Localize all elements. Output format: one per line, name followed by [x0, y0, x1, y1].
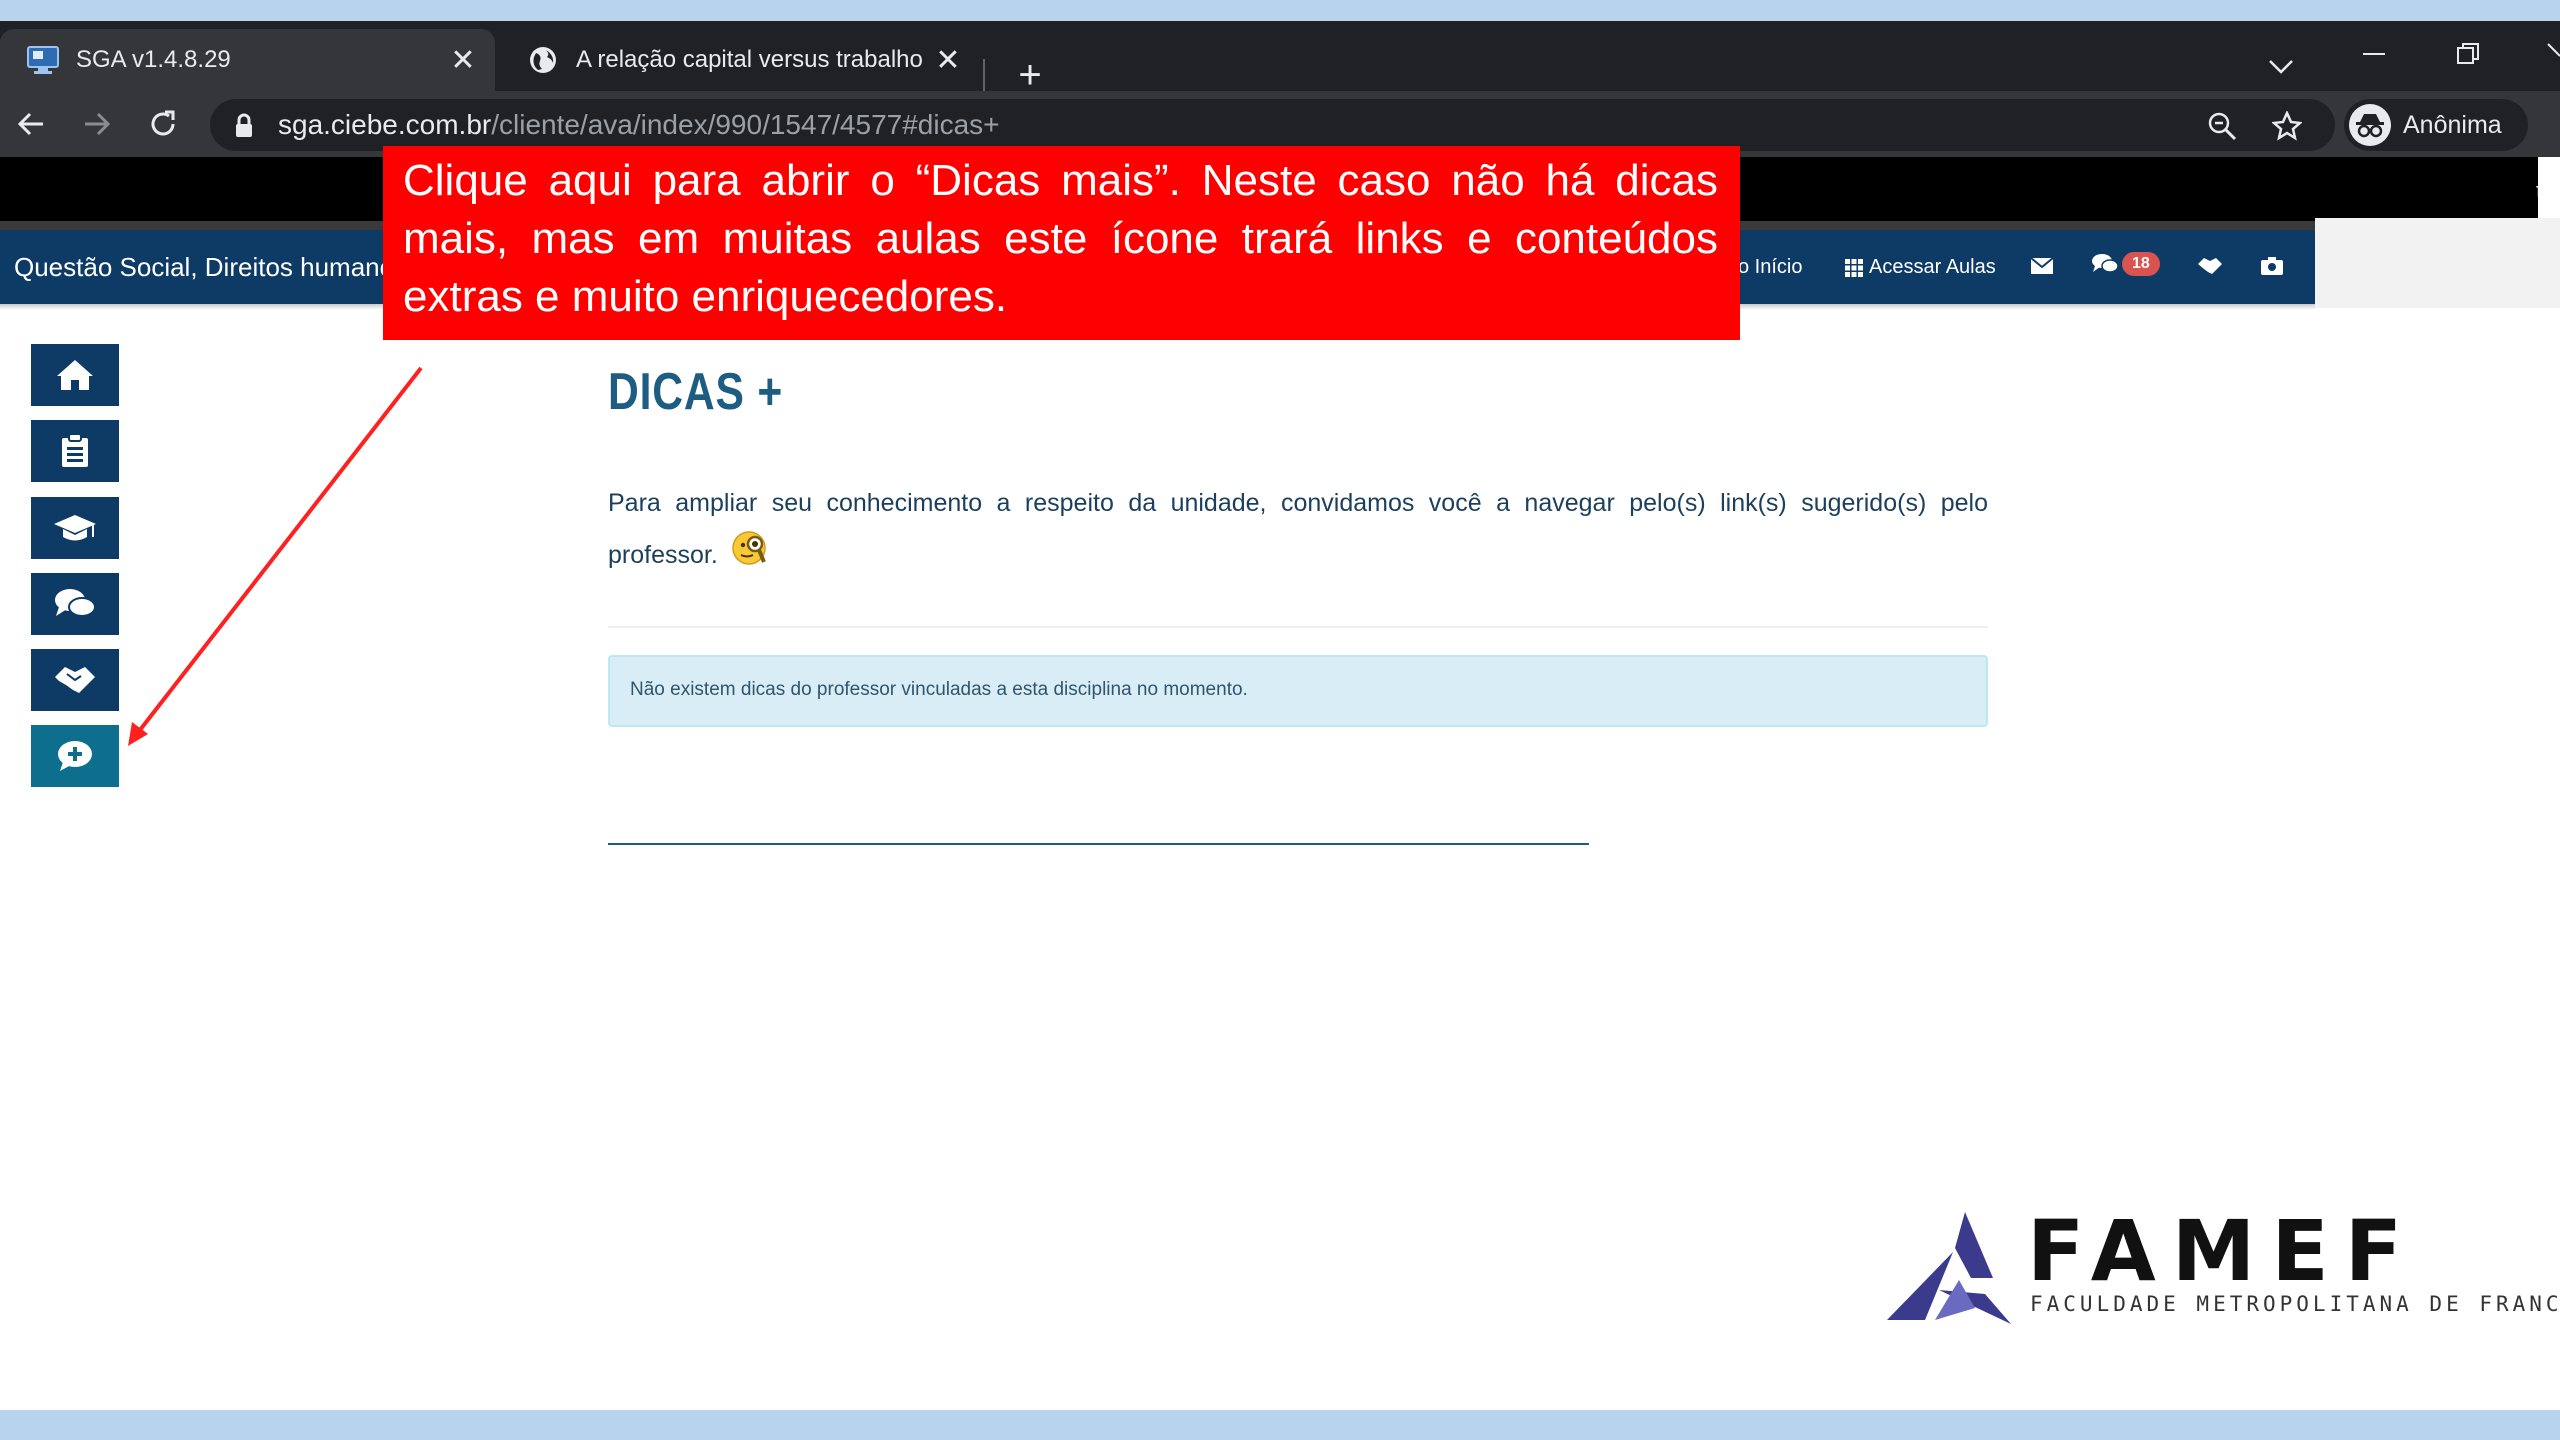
comment-plus-icon [58, 741, 92, 771]
new-tab-plus-icon[interactable]: + [1010, 53, 1050, 97]
clipboard-icon [62, 434, 88, 467]
navbar-right-panel [2315, 218, 2560, 308]
nav-link-inicio[interactable]: o Início [1738, 256, 1802, 279]
nav-link-acessar-aulas-label: Acessar Aulas [1869, 256, 1996, 278]
minimize-icon[interactable] [2362, 41, 2386, 73]
content-divider [608, 626, 1988, 628]
sidebar-item-dicas-mais[interactable] [31, 725, 119, 787]
bookmark-star-icon[interactable] [2271, 109, 2303, 141]
tab-search-chevron-icon[interactable] [2268, 51, 2294, 83]
tab-sga[interactable]: SGA v1.4.8.29 ✕ [0, 29, 495, 91]
incognito-icon [2349, 104, 2391, 146]
comments-icon [2092, 254, 2118, 273]
close-icon[interactable]: ✕ [445, 42, 481, 78]
messages-button[interactable]: 18 [2092, 252, 2160, 276]
close-icon[interactable]: ✕ [930, 42, 966, 78]
url-text[interactable]: sga.ciebe.com.br/cliente/ava/index/990/1… [278, 109, 1000, 141]
address-bar[interactable]: sga.ciebe.com.br/cliente/ava/index/990/1… [210, 99, 2335, 151]
browser-tab-bar: SGA v1.4.8.29 ✕ A relação capital versus… [0, 21, 2560, 97]
bottom-border-band [0, 1410, 2560, 1440]
logo-name: FAMEF [2027, 1202, 2419, 1300]
restore-icon[interactable] [2456, 41, 2480, 73]
monitor-icon [26, 43, 60, 77]
forward-arrow-icon[interactable] [76, 103, 118, 145]
envelope-icon[interactable] [2028, 252, 2056, 280]
messages-badge: 18 [2122, 252, 2160, 276]
intro-text-body: Para ampliar seu conhecimento a respeito… [608, 489, 1988, 570]
zoom-magnifier-icon[interactable] [2207, 111, 2237, 141]
clipped-header-text: tu [2536, 178, 2557, 205]
tab-separator [983, 59, 985, 93]
intro-text: Para ampliar seu conhecimento a respeito… [608, 478, 1988, 585]
page-title: DICAS + [608, 363, 784, 421]
sidebar-item-comments[interactable] [31, 573, 119, 635]
incognito-profile-button[interactable]: Anônima [2344, 99, 2528, 151]
lock-icon[interactable] [234, 113, 254, 144]
magnifier-face-emoji-icon [731, 528, 771, 585]
content-bottom-rule [608, 843, 1589, 845]
grid-icon [1845, 258, 1863, 277]
reload-icon[interactable] [142, 103, 184, 145]
nav-link-acessar-aulas[interactable]: Acessar Aulas [1845, 256, 1996, 279]
sidebar-item-graduation[interactable] [31, 497, 119, 559]
sidebar-item-handshake[interactable] [31, 649, 119, 711]
sidebar-item-home[interactable] [31, 344, 119, 406]
tab-title: A relação capital versus trabalho [576, 46, 923, 73]
logo-subtitle: FACULDADE METROPOLITANA DE FRANCA [2030, 1292, 2560, 1316]
info-alert: Não existem dicas do professor vinculada… [608, 655, 1988, 727]
famef-logo: FAMEF FACULDADE METROPOLITANA DE FRANCA [1885, 1202, 2560, 1328]
tutorial-callout: Clique aqui para abrir o “Dicas mais”. N… [383, 146, 1740, 340]
home-icon [57, 360, 93, 390]
tab-title: SGA v1.4.8.29 [76, 46, 231, 73]
course-title[interactable]: Questão Social, Direitos humanos [14, 252, 407, 283]
sidebar-item-clipboard[interactable] [31, 420, 119, 482]
tab-relacao-capital[interactable]: A relação capital versus trabalho ✕ [500, 29, 980, 91]
url-host: sga.ciebe.com.br [278, 109, 492, 140]
top-border-band [0, 0, 2560, 21]
handshake-icon[interactable] [2196, 252, 2224, 280]
handshake-icon [55, 667, 95, 693]
comments-icon [55, 589, 96, 617]
url-path: /cliente/ava/index/990/1547/4577#dicas+ [491, 109, 1000, 140]
globe-icon [526, 43, 560, 77]
back-arrow-icon[interactable] [10, 103, 52, 145]
close-window-icon[interactable] [2546, 41, 2560, 73]
profile-label: Anônima [2403, 110, 2502, 139]
graduation-cap-icon [54, 515, 96, 541]
camera-icon[interactable] [2258, 252, 2286, 280]
